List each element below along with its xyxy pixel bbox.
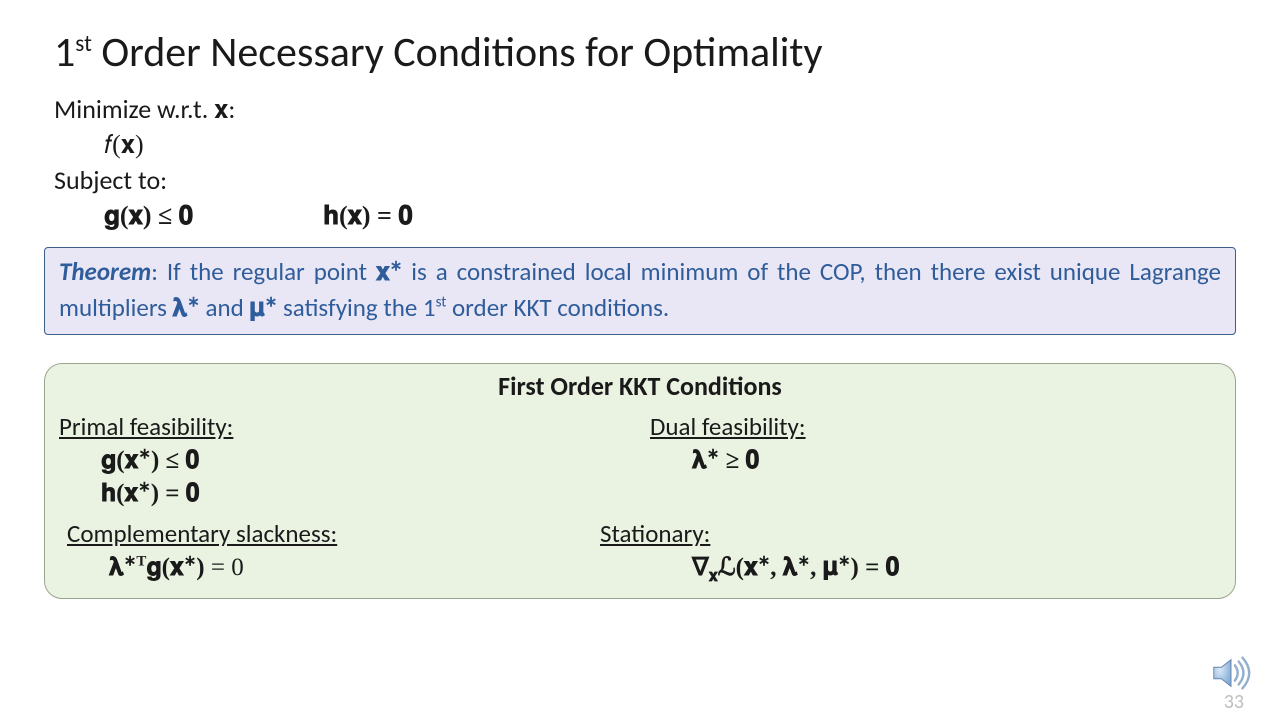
theorem-t4: satisfying the 1 [277, 292, 435, 323]
theorem-mu: 𝛍∗ [249, 295, 277, 322]
dual-feasibility-block: Dual feasibility: 𝛌∗ ≥ 𝟎 [650, 410, 1221, 511]
dual-label: Dual feasibility: [650, 410, 1221, 444]
constraints-row: 𝐠(𝐱) ≤ 𝟎 𝐡(𝐱) = 𝟎 [54, 198, 1226, 233]
theorem-t1: : If the regular point [151, 256, 376, 287]
primal-g: 𝐠(𝐱∗) ≤ 𝟎 [59, 444, 630, 478]
theorem-t3: and [200, 292, 250, 323]
objective-function: 𝑓(𝐱) [54, 127, 1226, 162]
kkt-grid-row-1: Primal feasibility: 𝐠(𝐱∗) ≤ 𝟎 𝐡(𝐱∗) = 𝟎 … [59, 410, 1221, 511]
theorem-t5: order KKT conditions. [446, 292, 669, 323]
slide-title-text: Order Necessary Conditions for Optimalit… [101, 27, 822, 78]
theorem-prefix: Theorem [59, 256, 151, 287]
stat-expr: ∇𝐱ℒ(𝐱∗, 𝛌∗, 𝛍∗) = 𝟎 [650, 551, 1221, 588]
theorem-st: st [436, 293, 447, 311]
minimize-label: Minimize w.r.t. 𝐱: [54, 92, 1226, 127]
theorem-lambda: 𝛌∗ [173, 295, 200, 322]
equality-constraint: 𝐡(𝐱) = 𝟎 [323, 198, 413, 233]
comp-label: Complementary slackness: [67, 517, 630, 551]
primal-h: 𝐡(𝐱∗) = 𝟎 [59, 477, 630, 511]
stat-label: Stationary: [600, 517, 1221, 551]
inequality-constraint: 𝐠(𝐱) ≤ 𝟎 [104, 198, 193, 233]
slide-title: 1st Order Necessary Conditions for Optim… [54, 28, 1226, 78]
primal-feasibility-block: Primal feasibility: 𝐠(𝐱∗) ≤ 𝟎 𝐡(𝐱∗) = 𝟎 [59, 410, 630, 511]
theorem-callout: Theorem: If the regular point 𝐱∗ is a co… [44, 247, 1236, 335]
kkt-grid-row-2: Complementary slackness: 𝛌∗T𝐠(𝐱∗) = 0 St… [59, 517, 1221, 588]
theorem-x: 𝐱∗ [376, 259, 402, 286]
complementary-slackness-block: Complementary slackness: 𝛌∗T𝐠(𝐱∗) = 0 [59, 517, 630, 588]
kkt-callout: First Order KKT Conditions Primal feasib… [44, 363, 1236, 599]
kkt-heading: First Order KKT Conditions [59, 370, 1221, 402]
primal-label: Primal feasibility: [59, 410, 630, 444]
comp-expr: 𝛌∗T𝐠(𝐱∗) = 0 [67, 551, 630, 585]
slide: 1st Order Necessary Conditions for Optim… [0, 0, 1280, 720]
dual-expr: 𝛌∗ ≥ 𝟎 [650, 444, 1221, 478]
stationary-block: Stationary: ∇𝐱ℒ(𝐱∗, 𝛌∗, 𝛍∗) = 𝟎 [650, 517, 1221, 588]
subject-to-label: Subject to: [54, 163, 1226, 198]
optimization-problem: Minimize w.r.t. 𝐱: 𝑓(𝐱) Subject to: 𝐠(𝐱)… [54, 92, 1226, 232]
speaker-icon [1208, 650, 1254, 696]
